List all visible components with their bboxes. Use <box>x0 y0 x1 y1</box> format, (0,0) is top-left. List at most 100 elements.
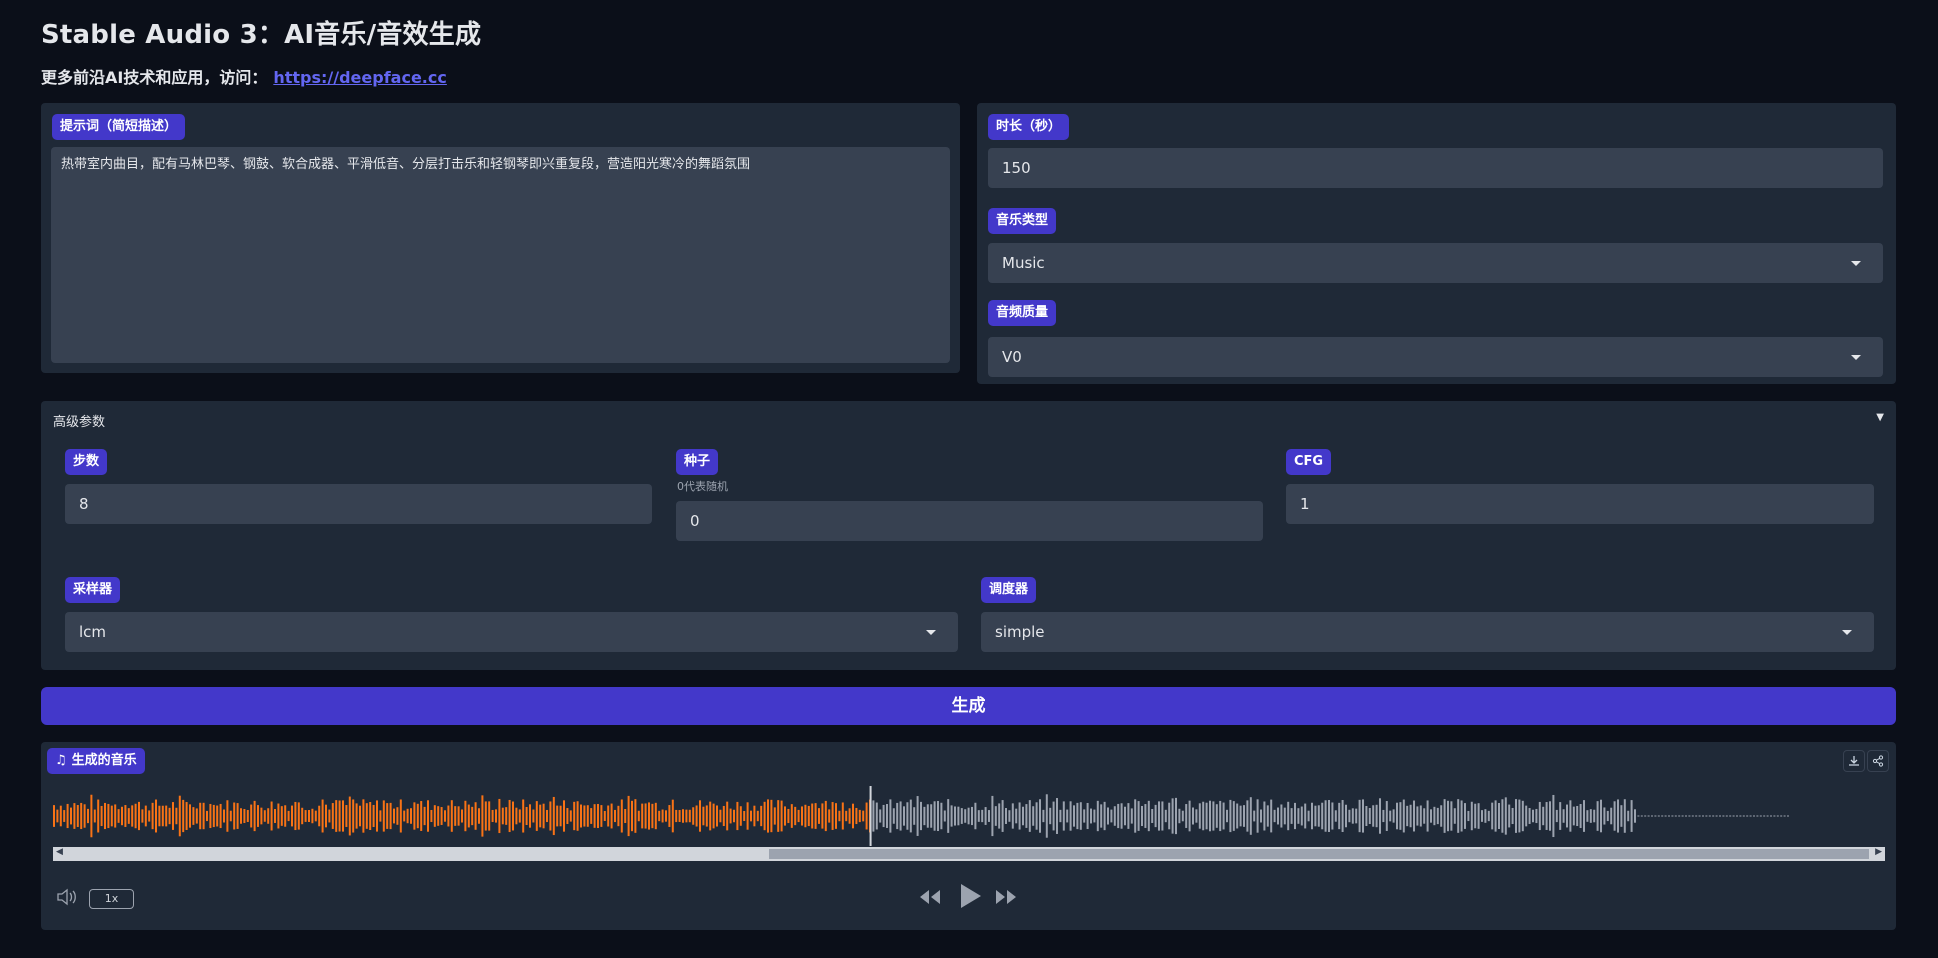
waveform-bar <box>648 802 650 830</box>
page-title: Stable Audio 3：AI音乐/音效生成 <box>41 20 482 50</box>
rewind-icon[interactable] <box>918 887 942 911</box>
waveform-bar <box>1467 810 1470 822</box>
generate-button[interactable]: 生成 <box>41 687 1896 725</box>
waveform-bar <box>1457 799 1460 833</box>
waveform-bar <box>1739 815 1742 817</box>
waveform-bar <box>1011 803 1014 829</box>
prompt-input[interactable] <box>51 147 950 363</box>
waveform-bar <box>1375 804 1378 828</box>
waveform-bar <box>161 805 164 827</box>
waveform-bar <box>284 805 287 827</box>
collapse-toggle-icon[interactable]: ▼ <box>1876 412 1884 423</box>
waveform-bar <box>603 810 606 822</box>
audio-panel: ♫ 生成的音乐 ◀ ▶ 1x <box>41 742 1896 930</box>
waveform-bar <box>1212 801 1215 831</box>
waveform-bar <box>406 808 409 824</box>
waveform-bar <box>1780 815 1783 817</box>
scroll-left-icon[interactable]: ◀ <box>56 847 63 857</box>
waveform-bar <box>1620 805 1623 827</box>
waveform-bar <box>155 799 157 833</box>
waveform-bar <box>875 802 878 830</box>
waveform-bar <box>739 806 742 826</box>
waveform-bar <box>1389 810 1392 822</box>
waveform-bar <box>818 808 820 824</box>
waveform-bar <box>1232 801 1235 831</box>
waveform-bar <box>1209 800 1211 832</box>
waveform-bar <box>1647 815 1650 817</box>
waveform-bar <box>600 805 603 827</box>
waveform-bar <box>515 807 518 825</box>
waveform-scrollbar[interactable]: ◀ ▶ <box>53 847 1885 861</box>
scroll-right-icon[interactable]: ▶ <box>1875 847 1882 857</box>
waveform-bar <box>110 805 113 827</box>
sampler-select[interactable]: lcm <box>65 612 958 652</box>
waveform-bar <box>1678 815 1681 817</box>
waveform-bar <box>1719 815 1721 817</box>
scrollbar-thumb[interactable] <box>769 849 1869 859</box>
waveform-bar <box>1219 800 1222 832</box>
waveform-bar <box>1515 799 1517 833</box>
waveform-bar <box>1695 815 1698 817</box>
waveform-bar <box>189 804 191 828</box>
duration-input[interactable]: 150 <box>988 148 1883 188</box>
waveform-bar <box>1246 800 1249 832</box>
waveform-bar <box>1277 807 1279 825</box>
waveform-bar <box>1110 809 1113 823</box>
deepface-link[interactable]: https://deepface.cc <box>273 68 447 87</box>
download-icon[interactable] <box>1843 750 1865 772</box>
share-icon[interactable] <box>1867 750 1889 772</box>
waveform-bar <box>508 799 511 833</box>
waveform-bar <box>1328 800 1330 832</box>
waveform-bar <box>1426 800 1429 832</box>
waveform-bar <box>1175 797 1177 835</box>
waveform-bar <box>1593 809 1596 823</box>
waveform-bar <box>1161 801 1164 831</box>
steps-input[interactable]: 8 <box>65 484 652 524</box>
waveform-bar <box>678 810 681 822</box>
waveform-bar <box>297 802 300 830</box>
waveform-bar <box>1294 802 1296 830</box>
waveform-bar <box>355 803 358 829</box>
fast-forward-icon[interactable] <box>994 887 1018 911</box>
waveform-bar <box>940 802 943 830</box>
seed-input[interactable]: 0 <box>676 501 1263 541</box>
waveform-bar <box>542 803 545 829</box>
waveform-bar <box>1062 801 1065 831</box>
waveform[interactable] <box>53 786 1888 846</box>
waveform-bar <box>1355 808 1358 824</box>
waveform-bar <box>403 810 406 822</box>
play-icon[interactable] <box>958 883 982 914</box>
waveform-bar <box>1419 805 1422 827</box>
waveform-bar <box>1032 806 1035 826</box>
waveform-bar <box>668 805 671 827</box>
advanced-title[interactable]: 高级参数 <box>53 411 105 430</box>
waveform-bar <box>852 803 854 829</box>
prompt-textarea[interactable] <box>61 156 940 352</box>
waveform-bar <box>892 808 895 824</box>
volume-icon[interactable] <box>56 887 78 911</box>
playhead-cursor <box>869 786 872 846</box>
playback-speed-button[interactable]: 1x <box>89 889 134 909</box>
waveform-bar <box>1120 803 1123 829</box>
waveform-bar <box>573 801 576 831</box>
waveform-bar <box>1324 800 1327 832</box>
quality-select[interactable]: V0 <box>988 337 1883 377</box>
waveform-bar <box>1664 815 1667 817</box>
waveform-bar <box>1290 808 1293 824</box>
cfg-input[interactable]: 1 <box>1286 484 1874 524</box>
waveform-bar <box>1287 801 1290 831</box>
scheduler-select[interactable]: simple <box>981 612 1874 652</box>
waveform-bar <box>807 805 810 827</box>
waveform-bar <box>1215 804 1218 828</box>
waveform-bar <box>824 800 827 832</box>
waveform-bar <box>280 806 283 826</box>
waveform-bar <box>342 800 344 832</box>
waveform-bar <box>501 807 504 825</box>
waveform-bar <box>1345 804 1347 828</box>
waveform-bar <box>1623 799 1626 833</box>
music-type-select[interactable]: Music <box>988 243 1883 283</box>
waveform-bar <box>1545 802 1548 830</box>
scheduler-label: 调度器 <box>981 577 1037 603</box>
waveform-bar <box>97 799 100 833</box>
waveform-bar <box>250 804 253 828</box>
